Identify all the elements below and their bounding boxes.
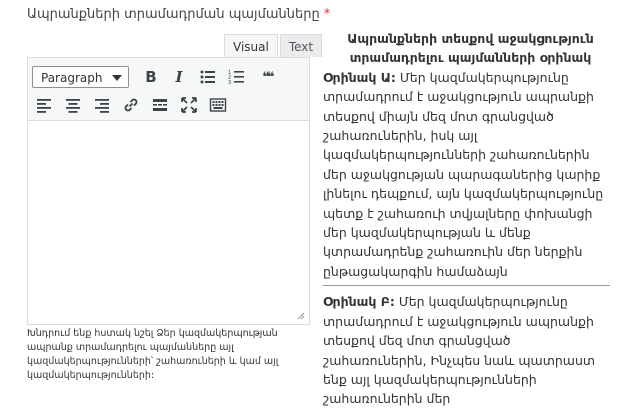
chevron-down-icon — [112, 75, 122, 81]
bold-icon: B — [145, 68, 157, 86]
toolbar-toggle-icon — [209, 98, 227, 112]
format-select[interactable]: Paragraph — [32, 66, 129, 88]
fullscreen-button[interactable] — [176, 93, 202, 117]
svg-text:3: 3 — [228, 80, 231, 86]
tab-visual[interactable]: Visual — [224, 34, 278, 57]
link-icon — [124, 98, 138, 112]
link-button[interactable] — [118, 93, 144, 117]
example-b: Օրինակ Բ: Մեր կազմակերպությունը տրամադրո… — [323, 292, 610, 408]
align-right-button[interactable] — [89, 93, 115, 117]
example-panel-title: Ապրանքների տեսքով աջակցություն տրամադրել… — [347, 31, 594, 66]
numbered-list-button[interactable]: 123 — [224, 65, 250, 89]
example-b-label: Օրինակ Բ: — [323, 294, 395, 310]
divider — [323, 285, 610, 287]
field-help-text: Խնդրում ենք հստակ նշել Ձեր կազմակերպությ… — [27, 328, 279, 381]
example-a-label: Օրինակ Ա: — [323, 69, 396, 85]
field-label-text: Ապրանքների տրամադրման պայմանները — [27, 7, 320, 22]
toolbar-toggle-button[interactable] — [205, 93, 231, 117]
fullscreen-icon — [181, 97, 197, 113]
read-more-button[interactable] — [147, 93, 173, 117]
example-a: Օրինակ Ա: Մեր կազմակերպությունը տրամադրո… — [323, 68, 610, 281]
editor-content-area[interactable] — [28, 121, 309, 325]
bold-button[interactable]: B — [138, 65, 164, 89]
bullet-list-icon — [200, 70, 215, 84]
italic-button[interactable]: I — [166, 65, 192, 89]
rich-text-editor: Paragraph B I 123 ❝❝ — [27, 57, 310, 325]
align-left-button[interactable] — [31, 93, 57, 117]
format-select-value: Paragraph — [41, 71, 103, 85]
tab-text[interactable]: Text — [279, 34, 323, 57]
blockquote-button[interactable]: ❝❝ — [254, 65, 280, 89]
resize-handle-icon[interactable] — [297, 312, 305, 320]
field-label: Ապրանքների տրամադրման պայմանները * — [27, 7, 330, 22]
editor-tabs: Visual Text — [222, 34, 323, 57]
conditions-example-panel: Ապրանքների տեսքով աջակցություն տրամադրել… — [323, 29, 610, 409]
align-center-icon — [66, 99, 80, 113]
align-center-button[interactable] — [60, 93, 86, 117]
editor-toolbar: Paragraph B I 123 ❝❝ — [28, 58, 309, 121]
required-mark: * — [323, 7, 331, 22]
bullet-list-button[interactable] — [195, 65, 221, 89]
example-b-text: Մեր կազմակերպությունը տրամադրում է աջակց… — [323, 294, 596, 407]
numbered-list-icon: 123 — [228, 70, 244, 86]
example-a-text: Մեր կազմակերպությունը տրամադրում է աջակց… — [323, 69, 604, 279]
more-icon — [153, 99, 167, 111]
align-right-icon — [95, 99, 109, 113]
italic-icon: I — [175, 68, 183, 86]
align-left-icon — [37, 99, 51, 113]
blockquote-icon: ❝❝ — [262, 69, 274, 85]
